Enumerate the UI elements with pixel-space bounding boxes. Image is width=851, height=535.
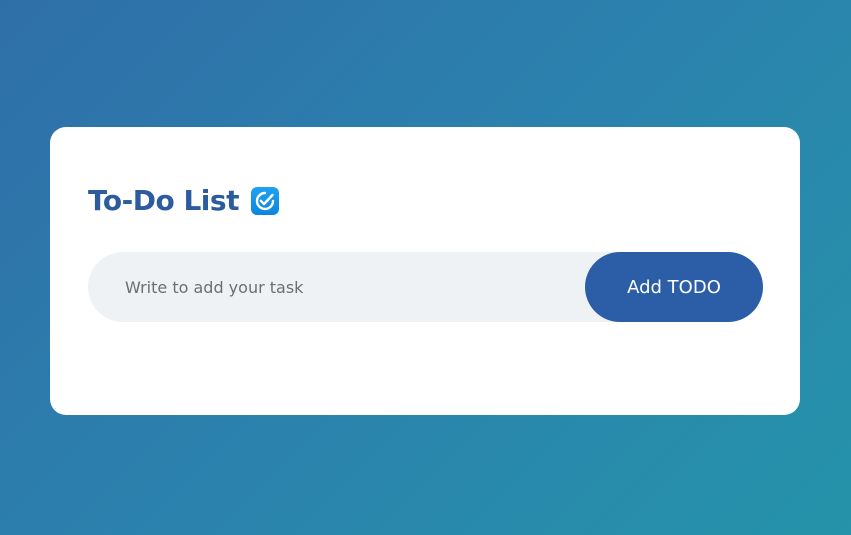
title-row: To-Do List xyxy=(88,183,279,219)
task-input-row: Add TODO xyxy=(88,252,763,322)
task-input[interactable] xyxy=(88,252,585,322)
page-title: To-Do List xyxy=(88,184,239,217)
add-todo-button[interactable]: Add TODO xyxy=(585,252,763,322)
check-badge-icon xyxy=(250,187,279,215)
todo-card: To-Do List Add TODO xyxy=(50,127,800,415)
check-icon-graphic xyxy=(255,191,275,211)
